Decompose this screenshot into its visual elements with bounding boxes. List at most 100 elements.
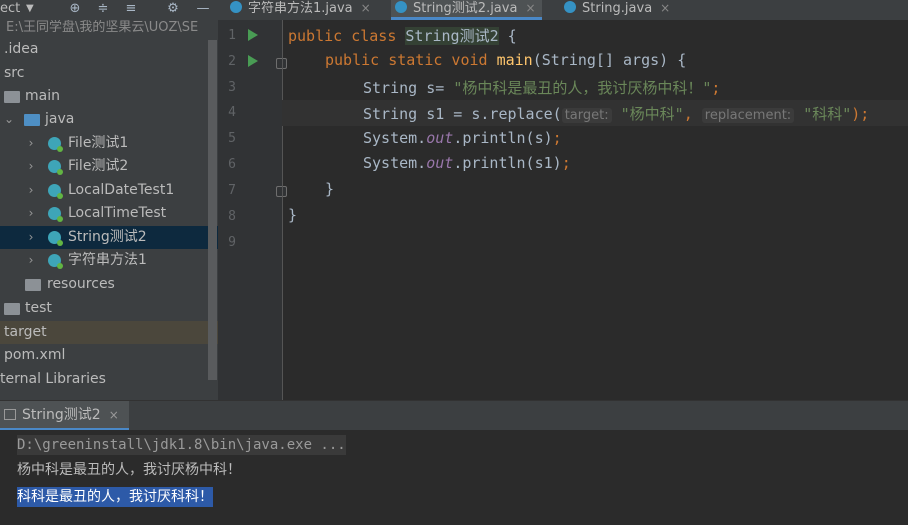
close-icon[interactable]: × bbox=[361, 1, 371, 15]
tree-item-label: resources bbox=[47, 276, 115, 292]
run-class-icon[interactable] bbox=[248, 29, 258, 41]
code-token: ); bbox=[851, 105, 870, 123]
code-line-7: } bbox=[325, 180, 334, 198]
java-class-icon bbox=[48, 137, 63, 152]
close-icon[interactable]: × bbox=[660, 1, 670, 15]
chevron-right-icon[interactable]: › bbox=[25, 179, 37, 202]
tree-item-file-test2[interactable]: › File测试2 bbox=[0, 155, 218, 178]
line-number: 6 bbox=[228, 157, 236, 172]
code-token: String s1 = s.replace( bbox=[363, 105, 562, 123]
line-number: 8 bbox=[228, 209, 236, 224]
hide-panel-icon[interactable]: — bbox=[194, 0, 212, 20]
line-number: 7 bbox=[228, 183, 236, 198]
line-number: 1 bbox=[228, 28, 236, 43]
chevron-right-icon[interactable]: › bbox=[25, 202, 37, 225]
tree-item-string-test2[interactable]: › String测试2 bbox=[0, 226, 218, 249]
code-token: "科科" bbox=[803, 105, 852, 123]
tree-item-label: test bbox=[25, 300, 52, 316]
tree-item-pom[interactable]: pom.xml bbox=[0, 344, 218, 367]
code-token: } bbox=[288, 206, 298, 224]
run-config-icon bbox=[4, 409, 16, 420]
code-token: main bbox=[496, 51, 533, 69]
run-toolwindow-header: String测试2 × bbox=[0, 400, 908, 431]
gutter-divider bbox=[282, 20, 283, 400]
tree-item-idea[interactable]: .idea bbox=[0, 38, 218, 61]
chevron-right-icon[interactable]: › bbox=[25, 132, 37, 155]
code-token: out bbox=[426, 154, 454, 172]
tree-item-file-test1[interactable]: › File测试1 bbox=[0, 132, 218, 155]
java-class-icon bbox=[48, 207, 63, 222]
chevron-down-icon[interactable]: ▼ bbox=[26, 0, 34, 18]
tree-scrollbar[interactable] bbox=[208, 40, 217, 380]
run-console[interactable]: D:\greeninstall\jdk1.8\bin\java.exe ... … bbox=[0, 430, 908, 525]
tree-item-localdatetest1[interactable]: › LocalDateTest1 bbox=[0, 179, 218, 202]
tree-item-label: src bbox=[4, 65, 25, 81]
chevron-right-icon[interactable]: › bbox=[25, 155, 37, 178]
source-folder-icon bbox=[24, 114, 40, 126]
project-view-selector[interactable]: ect ▼ bbox=[0, 0, 34, 20]
line-number: 9 bbox=[228, 235, 236, 250]
chevron-right-icon[interactable]: › bbox=[25, 249, 37, 272]
tree-item-external-libraries[interactable]: ternal Libraries bbox=[0, 368, 218, 391]
java-class-icon bbox=[395, 1, 407, 13]
tree-item-string-method1[interactable]: › 字符串方法1 bbox=[0, 249, 218, 272]
tree-item-label: java bbox=[45, 111, 75, 127]
project-view-label: ect bbox=[0, 1, 21, 16]
tree-item-label: main bbox=[25, 88, 60, 104]
tree-item-localtimetest[interactable]: › LocalTimeTest bbox=[0, 202, 218, 225]
tab-string-test2[interactable]: String测试2.java × bbox=[391, 0, 542, 20]
tree-item-java[interactable]: ⌄ java bbox=[0, 108, 218, 131]
code-token: ; bbox=[561, 154, 571, 172]
tree-item-label: String测试2 bbox=[68, 229, 147, 245]
resources-folder-icon bbox=[25, 279, 41, 291]
code-token: System. bbox=[363, 154, 427, 172]
code-token: public static void bbox=[325, 51, 497, 69]
expand-all-icon[interactable]: ≡ bbox=[122, 0, 140, 20]
gear-icon[interactable]: ⚙ bbox=[164, 0, 182, 20]
code-token: .println(s) bbox=[453, 129, 553, 147]
chevron-down-icon[interactable]: ⌄ bbox=[3, 108, 15, 131]
code-token: String s= bbox=[363, 79, 454, 97]
code-line-3: String s= "杨中科是最丑的人，我讨厌杨中科！"; bbox=[363, 77, 720, 98]
run-tab[interactable]: String测试2 × bbox=[0, 401, 129, 431]
code-line-5: System.out.println(s); bbox=[363, 129, 562, 147]
tab-label: String测试2.java bbox=[413, 1, 518, 16]
tree-item-label: target bbox=[4, 324, 47, 340]
tree-item-main[interactable]: main bbox=[0, 85, 218, 108]
project-path: E:\王同学盘\我的坚果云\UOZ\SE bbox=[6, 20, 199, 35]
line-number: 3 bbox=[228, 80, 236, 95]
code-token: ; bbox=[711, 79, 721, 97]
code-token: out bbox=[426, 129, 454, 147]
tree-item-label: pom.xml bbox=[4, 347, 66, 363]
java-class-icon bbox=[230, 1, 242, 13]
tab-string-method1[interactable]: 字符串方法1.java × bbox=[226, 0, 377, 20]
code-token: ; bbox=[552, 129, 562, 147]
code-token: public class bbox=[288, 27, 406, 45]
close-icon[interactable]: × bbox=[109, 408, 119, 422]
code-token: { bbox=[498, 27, 517, 45]
code-token: String测试2 bbox=[405, 27, 499, 45]
code-line-8: } bbox=[288, 206, 297, 224]
tab-string-java[interactable]: String.java × bbox=[560, 0, 676, 20]
tree-item-resources[interactable]: resources bbox=[0, 273, 218, 296]
tree-item-label: .idea bbox=[4, 41, 39, 57]
collapse-all-icon[interactable]: ≑ bbox=[94, 0, 112, 20]
tree-item-test[interactable]: test bbox=[0, 297, 218, 320]
tree-item-src[interactable]: src bbox=[0, 62, 218, 85]
java-class-icon bbox=[48, 160, 63, 175]
close-icon[interactable]: × bbox=[525, 1, 535, 15]
code-line-6: System.out.println(s1); bbox=[363, 154, 571, 172]
chevron-right-icon[interactable]: › bbox=[25, 226, 37, 249]
editor-gutter: 1 2 3 4 5 6 7 8 9 bbox=[218, 20, 287, 400]
tree-item-target[interactable]: target bbox=[0, 321, 218, 344]
code-token: "杨中科是最丑的人，我讨厌杨中科！" bbox=[453, 79, 712, 97]
line-number: 4 bbox=[228, 105, 236, 120]
code-line-2: public static void main(String[] args) { bbox=[325, 51, 686, 69]
param-hint-replacement: replacement: bbox=[701, 108, 795, 123]
locate-icon[interactable]: ⊕ bbox=[66, 0, 84, 20]
run-main-icon[interactable] bbox=[248, 55, 258, 67]
param-hint-target: target: bbox=[561, 108, 612, 123]
tree-item-label: File测试1 bbox=[68, 135, 129, 151]
code-line-4: String s1 = s.replace(target: "杨中科", rep… bbox=[363, 103, 869, 124]
code-editor[interactable]: 1 2 3 4 5 6 7 8 9 public class String测试2… bbox=[218, 20, 908, 400]
